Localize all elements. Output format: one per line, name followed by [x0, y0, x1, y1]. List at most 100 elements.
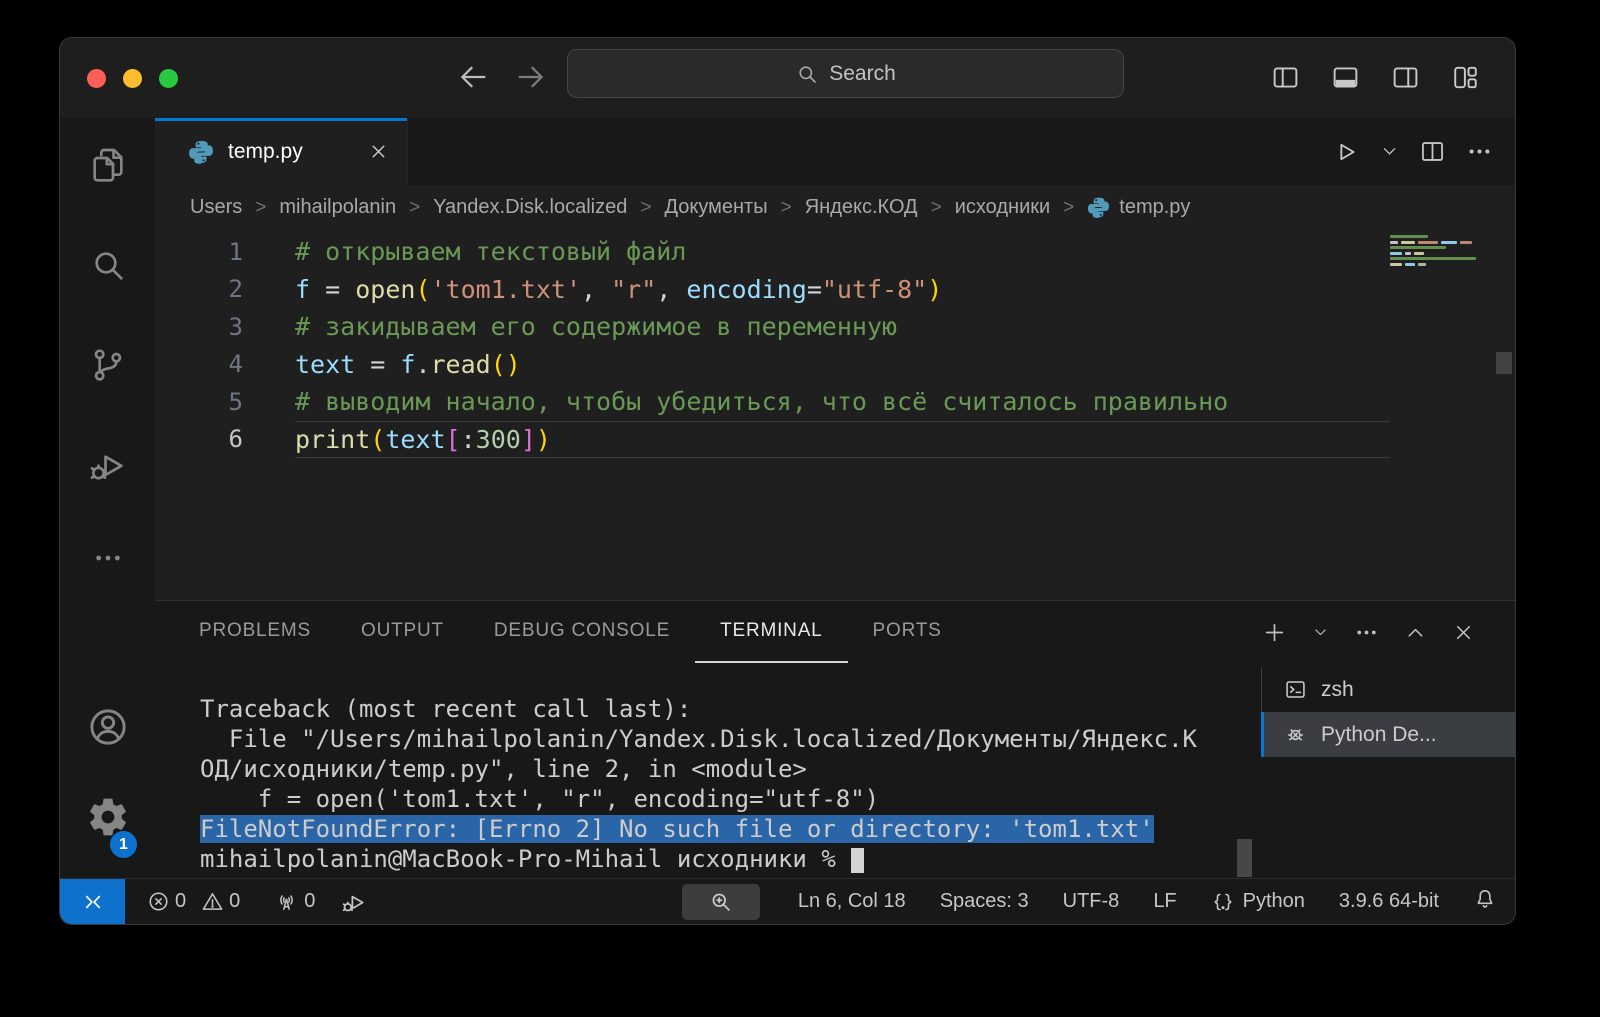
panel-tab-problems[interactable]: PROBLEMS	[199, 601, 336, 663]
code-text: # закидываем его содержимое в переменную	[295, 312, 897, 341]
breadcrumb-separator-icon: >	[640, 197, 651, 219]
zoom-indicator[interactable]	[682, 884, 760, 920]
code-line[interactable]: 6print(text[:300])	[155, 421, 1515, 459]
code-line[interactable]: 2f = open('tom1.txt', "r", encoding="utf…	[155, 271, 1515, 309]
run-python-file-icon[interactable]	[1332, 138, 1360, 166]
toggle-panel-icon[interactable]	[1331, 63, 1360, 92]
notifications-bell[interactable]	[1473, 887, 1497, 917]
window-controls	[87, 69, 178, 88]
ports-status[interactable]: 0	[275, 890, 315, 913]
customize-layout-icon[interactable]	[1451, 63, 1480, 92]
terminal-dropdown-icon[interactable]	[1312, 624, 1329, 641]
code-line[interactable]: 5# выводим начало, чтобы убедиться, что …	[155, 383, 1515, 421]
panel-tab-debug-console[interactable]: DEBUG CONSOLE	[469, 601, 695, 663]
warnings-icon	[201, 890, 224, 913]
indentation[interactable]: Spaces: 3	[940, 890, 1029, 913]
code-line[interactable]: 3 # закидываем его содержимое в переменну…	[155, 308, 1515, 346]
panel-tab-terminal[interactable]: TERMINAL	[695, 601, 847, 663]
more-views-icon[interactable]	[92, 542, 124, 574]
navigate-back-icon[interactable]	[456, 60, 490, 94]
search-icon	[795, 62, 819, 86]
breadcrumb-item[interactable]: mihailpolanin	[279, 196, 396, 219]
terminal-line: f = open('tom1.txt', "r", encoding="utf-…	[200, 784, 1197, 814]
warnings-count: 0	[229, 890, 240, 913]
code-text: f = open('tom1.txt', "r", encoding="utf-…	[295, 275, 942, 304]
language-mode[interactable]: Python	[1211, 890, 1305, 914]
titlebar: Search	[60, 38, 1515, 119]
line-number: 4	[155, 350, 243, 378]
account-icon[interactable]	[86, 705, 130, 749]
panel-more-actions-icon[interactable]	[1354, 620, 1379, 645]
toggle-primary-sidebar-icon[interactable]	[1271, 63, 1300, 92]
bell-icon	[1473, 887, 1497, 911]
navigate-forward-icon[interactable]	[514, 60, 548, 94]
run-and-debug-icon[interactable]	[88, 445, 128, 485]
code-text: # открываем текстовый файл	[295, 237, 686, 266]
breadcrumb-item[interactable]: исходники	[955, 196, 1050, 219]
line-number: 1	[155, 238, 243, 266]
breadcrumb-separator-icon: >	[255, 197, 266, 219]
maximize-panel-icon[interactable]	[1404, 621, 1427, 644]
breadcrumb-item[interactable]: Yandex.Disk.localized	[433, 196, 627, 219]
breadcrumb: Users > mihailpolanin > Yandex.Disk.localize…	[155, 185, 1515, 230]
breadcrumb-separator-icon: >	[781, 197, 792, 219]
breadcrumb-separator-icon: >	[1063, 197, 1074, 219]
command-center-search[interactable]: Search	[567, 49, 1124, 98]
close-panel-icon[interactable]	[1452, 621, 1475, 644]
explorer-icon[interactable]	[88, 145, 128, 185]
minimap[interactable]	[1390, 235, 1490, 268]
editor-more-actions-icon[interactable]	[1466, 138, 1493, 165]
eol-sequence[interactable]: LF	[1153, 890, 1176, 913]
source-control-icon[interactable]	[88, 345, 128, 385]
errors-count: 0	[175, 890, 186, 913]
terminal-line: ОД/исходники/temp.py", line 2, in <modul…	[200, 754, 1197, 784]
bottom-panel: PROBLEMSOUTPUTDEBUG CONSOLETERMINALPORTS…	[155, 600, 1515, 878]
panel-tab-ports[interactable]: PORTS	[848, 601, 967, 663]
breadcrumb-item[interactable]: Документы	[664, 196, 767, 219]
new-terminal-icon[interactable]	[1262, 620, 1287, 645]
close-window-button[interactable]	[87, 69, 106, 88]
tab-temp-py[interactable]: temp.py	[155, 118, 408, 185]
code-text: text = f.read()	[295, 350, 521, 379]
panel-tab-output[interactable]: OUTPUT	[336, 601, 469, 663]
tab-close-icon[interactable]	[368, 141, 389, 162]
terminal-line: File "/Users/mihailpolanin/Yandex.Disk.l…	[200, 724, 1197, 754]
code-text: print(text[:300])	[295, 425, 551, 454]
cursor-position[interactable]: Ln 6, Col 18	[798, 890, 906, 913]
code-line[interactable]: 4 text = f.read()	[155, 346, 1515, 384]
terminal-line: Traceback (most recent call last):	[200, 694, 1197, 724]
bug-icon	[1284, 723, 1307, 746]
terminal-output[interactable]: Traceback (most recent call last): File …	[200, 694, 1197, 874]
problems-status[interactable]: 0 0	[147, 890, 249, 913]
code-text: # выводим начало, чтобы убедиться, что в…	[295, 387, 1228, 416]
terminal-list-item[interactable]: zsh	[1262, 667, 1515, 712]
status-bar: 0 0 0 Ln 6, Col 18 Spaces: 3 UTF-8 LF Py…	[60, 878, 1515, 924]
terminal-list-label: zsh	[1321, 678, 1354, 702]
remote-indicator[interactable]	[60, 879, 125, 924]
terminal-list-item[interactable]: Python De...	[1262, 712, 1515, 757]
activity-bar: 1	[60, 118, 155, 878]
tab-label: temp.py	[228, 140, 303, 164]
python-interpreter[interactable]: 3.9.6 64-bit	[1339, 890, 1439, 913]
debug-status-icon[interactable]	[341, 889, 367, 915]
minimize-window-button[interactable]	[123, 69, 142, 88]
remote-icon	[80, 889, 106, 915]
breadcrumb-item[interactable]: Яндекс.КОД	[805, 196, 918, 219]
terminal-scrollbar[interactable]	[1237, 839, 1252, 877]
search-view-icon[interactable]	[88, 245, 128, 285]
editor[interactable]: 1 # открываем текстовый файл 2f = open('to…	[155, 230, 1515, 600]
terminal-line: FileNotFoundError: [Errno 2] No such fil…	[200, 814, 1197, 844]
split-editor-icon[interactable]	[1419, 138, 1446, 165]
editor-scrollbar[interactable]	[1496, 352, 1512, 374]
line-number: 3	[155, 313, 243, 341]
file-encoding[interactable]: UTF-8	[1063, 890, 1120, 913]
maximize-window-button[interactable]	[159, 69, 178, 88]
code-line[interactable]: 1 # открываем текстовый файл	[155, 233, 1515, 271]
toggle-secondary-sidebar-icon[interactable]	[1391, 63, 1420, 92]
run-dropdown-icon[interactable]	[1380, 142, 1399, 161]
code-area: 1 # открываем текстовый файл 2f = open('to…	[155, 233, 1515, 458]
terminal-line: mihailpolanin@MacBook-Pro-Mihail исходни…	[200, 844, 1197, 874]
vscode-window: Search 1 temp.py User	[60, 38, 1515, 924]
breadcrumb-item-file[interactable]: temp.py	[1087, 196, 1190, 219]
breadcrumb-item[interactable]: Users	[190, 196, 242, 219]
